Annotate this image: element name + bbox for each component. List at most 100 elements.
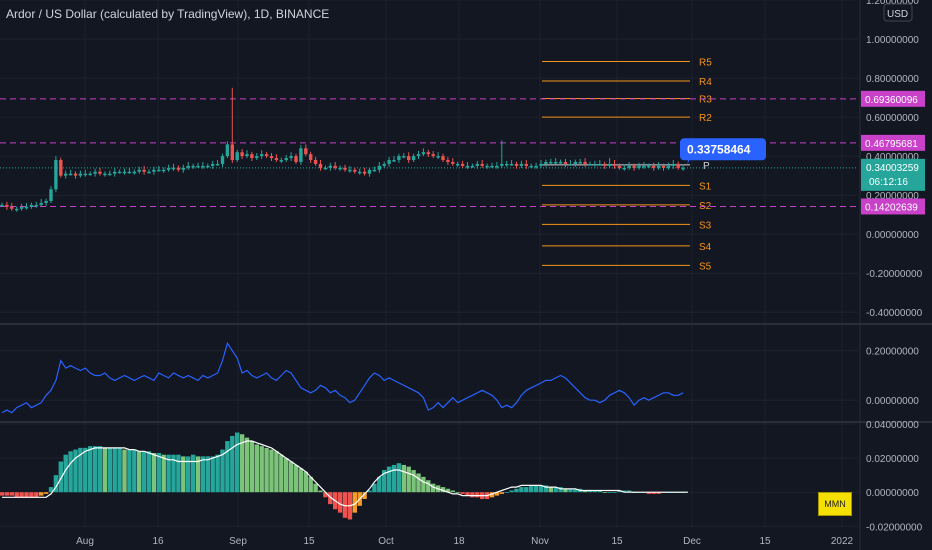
candle-body (122, 171, 127, 174)
pivot-level-label: S4 (699, 242, 712, 253)
candle-body (519, 163, 524, 166)
candle-body (127, 171, 132, 174)
x-tick-label: 16 (152, 536, 164, 547)
candle-body (470, 165, 475, 168)
histogram-bar (274, 451, 279, 493)
candle-body (661, 165, 666, 168)
candle-body (431, 154, 435, 157)
candle-body (563, 161, 568, 164)
histogram-bar (514, 488, 519, 493)
candle-body (603, 163, 607, 166)
candle-body (480, 163, 484, 166)
histogram-bar (132, 449, 137, 493)
y-tick-label: 0.02000000 (866, 454, 919, 465)
candle-body (362, 171, 367, 174)
candle-body (108, 173, 112, 176)
x-tick-label: 2022 (831, 536, 854, 547)
candle-body (304, 148, 308, 155)
candle-body (142, 169, 146, 172)
candle-body (554, 161, 558, 164)
candle-body (652, 165, 656, 168)
candle-body (117, 171, 122, 174)
histogram-bar (602, 492, 607, 493)
candle-body (103, 173, 107, 176)
histogram-bar (127, 449, 132, 493)
histogram-bar (416, 473, 421, 493)
histogram-bar (210, 456, 215, 493)
histogram-bar (279, 454, 284, 493)
histogram-bar (426, 480, 431, 493)
candle-body (166, 167, 171, 170)
candle-body (78, 173, 83, 176)
histogram-bar (161, 454, 166, 493)
candle-body (607, 163, 612, 166)
candle-body (451, 161, 455, 164)
y-tick-label: 0.60000000 (866, 113, 919, 124)
candle-body (446, 160, 450, 162)
candle-body (382, 163, 386, 166)
histogram-bar (264, 447, 269, 493)
last-price-value: 0.34003259 (866, 163, 919, 174)
candle-body (294, 156, 298, 162)
histogram-bar (235, 432, 240, 493)
candle-body (460, 163, 465, 166)
pivot-level-label: S5 (699, 261, 712, 272)
candle-body (402, 156, 406, 158)
histogram-bar (9, 492, 14, 496)
candle-body (39, 202, 43, 205)
histogram-bar (4, 492, 10, 496)
histogram-bar (244, 437, 250, 493)
candle-body (54, 160, 58, 190)
candle-body (59, 160, 63, 176)
candle-body (309, 154, 313, 161)
candle-body (264, 154, 269, 157)
candle-body (671, 163, 675, 166)
candle-body (68, 173, 73, 176)
histogram-bar (0, 492, 5, 496)
histogram-bar (34, 492, 39, 498)
histogram-bar (391, 464, 397, 493)
candle-body (93, 171, 97, 174)
histogram-bar (460, 492, 465, 494)
candle-body (211, 163, 215, 166)
candle-body (549, 161, 553, 164)
histogram-bar (200, 456, 206, 493)
candle-body (338, 167, 342, 170)
histogram-bar (97, 446, 103, 493)
candle-body (10, 206, 14, 209)
histogram-bar (73, 449, 78, 493)
histogram-bar (83, 447, 88, 493)
candle-body (201, 165, 205, 168)
chart-title: Ardor / US Dollar (calculated by Trading… (6, 7, 330, 21)
candle-body (539, 163, 543, 166)
candle-body (656, 165, 661, 168)
pivot-level-label: R4 (699, 77, 712, 88)
y-tick-label: 0.04000000 (866, 420, 919, 431)
x-tick-label: 15 (611, 536, 623, 547)
histogram-bar (455, 492, 460, 493)
histogram-bar (607, 492, 612, 493)
candle-body (529, 165, 533, 168)
candle-body (24, 206, 29, 209)
candle-body (397, 156, 401, 161)
pivot-point-label: P (703, 161, 710, 172)
histogram-bar (533, 485, 539, 493)
candle-body (681, 167, 685, 170)
candle-body (299, 148, 303, 162)
candle-body (49, 189, 53, 202)
candle-body (407, 156, 411, 161)
pivot-level-label: R5 (699, 57, 712, 68)
currency-label: USD (887, 9, 908, 20)
histogram-bar (318, 490, 323, 493)
pivot-level-label: R3 (699, 95, 712, 106)
candle-body (220, 156, 225, 164)
histogram-bar (122, 449, 127, 493)
candle-body (544, 161, 548, 164)
candle-body (676, 163, 680, 168)
candle-body (235, 152, 239, 161)
watermark-badge: MMN (818, 492, 852, 516)
histogram-bar (548, 487, 553, 493)
histogram-bar (396, 463, 402, 493)
candle-body (524, 163, 528, 166)
candle-body (367, 169, 372, 174)
